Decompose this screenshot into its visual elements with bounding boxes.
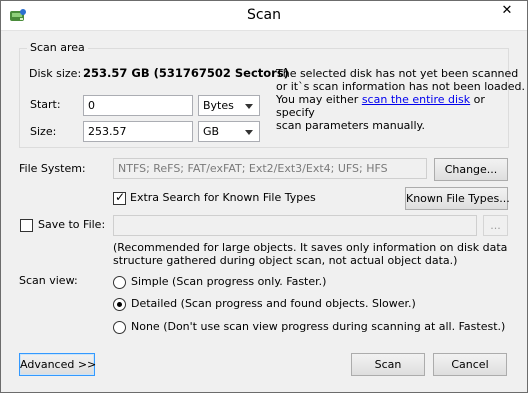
size-label: Size: [30, 125, 57, 138]
start-unit-value: Bytes [203, 99, 234, 112]
size-input[interactable]: 253.57 [83, 121, 193, 142]
title-bar[interactable]: Scan ✕ [1, 1, 527, 31]
known-file-types-label: Known File Types... [406, 192, 510, 205]
scan-message-line3: You may either scan the entire disk or s… [276, 93, 527, 119]
advanced-button[interactable]: Advanced >> [19, 353, 97, 376]
close-button[interactable]: ✕ [487, 1, 527, 23]
chevron-down-icon [245, 130, 253, 135]
file-system-field[interactable]: NTFS; ReFS; FAT/exFAT; Ext2/Ext3/Ext4; U… [113, 158, 427, 179]
scan-view-detailed-radio[interactable] [113, 298, 126, 311]
scan-message: The selected disk has not yet been scann… [276, 67, 527, 132]
scan-message-pre: You may either [276, 93, 362, 106]
size-unit-select[interactable]: GB [198, 121, 260, 142]
change-button-label: Change... [444, 163, 498, 176]
file-system-label: File System: [19, 162, 86, 175]
browse-button[interactable]: ... [483, 215, 508, 236]
scan-view-none-label[interactable]: None (Don't use scan view progress durin… [131, 320, 505, 333]
start-unit-select[interactable]: Bytes [198, 95, 260, 116]
advanced-button-label: Advanced >> [20, 358, 97, 371]
save-note-line2: structure gathered during object scan, n… [113, 254, 458, 267]
start-input[interactable]: 0 [83, 95, 193, 116]
scan-view-simple-label[interactable]: Simple (Scan progress only. Faster.) [131, 275, 326, 288]
scan-button-label: Scan [374, 358, 402, 371]
known-file-types-button[interactable]: Known File Types... [405, 187, 510, 210]
disk-size-value: 253.57 GB (531767502 Sectors) [83, 66, 289, 80]
scan-message-line2: or it`s scan information has not been lo… [276, 80, 526, 93]
save-to-file-label[interactable]: Save to File: [38, 218, 105, 231]
close-icon: ✕ [501, 3, 513, 18]
extra-search-checkbox[interactable]: ✓ [113, 190, 126, 205]
radio-selected-dot [117, 302, 122, 307]
scan-entire-disk-link[interactable]: scan the entire disk [362, 93, 470, 106]
save-path-input[interactable] [113, 215, 477, 236]
scan-view-detailed-label[interactable]: Detailed (Scan progress and found object… [131, 297, 416, 310]
save-note-line1: (Recommended for large objects. It saves… [113, 241, 508, 254]
scan-message-line1: The selected disk has not yet been scann… [276, 67, 519, 80]
scan-button[interactable]: Scan [351, 353, 425, 376]
size-unit-value: GB [203, 125, 220, 138]
scan-view-none-radio[interactable] [113, 321, 126, 334]
scan-dialog: Scan ✕ Scan area Disk size: 253.57 GB (5… [0, 0, 528, 393]
change-button[interactable]: Change... [434, 158, 508, 181]
cancel-button[interactable]: Cancel [433, 353, 507, 376]
save-to-file-checkbox[interactable] [20, 219, 33, 232]
save-note: (Recommended for large objects. It saves… [113, 241, 507, 267]
chevron-down-icon [245, 104, 253, 109]
window-title: Scan [246, 7, 282, 23]
scan-view-simple-radio[interactable] [113, 276, 126, 289]
scan-message-line4: scan parameters manually. [276, 119, 425, 132]
start-label: Start: [30, 98, 61, 111]
scan-area-label: Scan area [27, 41, 88, 54]
extra-search-label[interactable]: Extra Search for Known File Types [130, 191, 316, 204]
disk-size-label: Disk size: [29, 67, 82, 80]
scan-view-label: Scan view: [19, 274, 78, 287]
checkmark-icon: ✓ [115, 190, 126, 204]
cancel-button-label: Cancel [451, 358, 489, 371]
browse-button-label: ... [490, 219, 501, 232]
